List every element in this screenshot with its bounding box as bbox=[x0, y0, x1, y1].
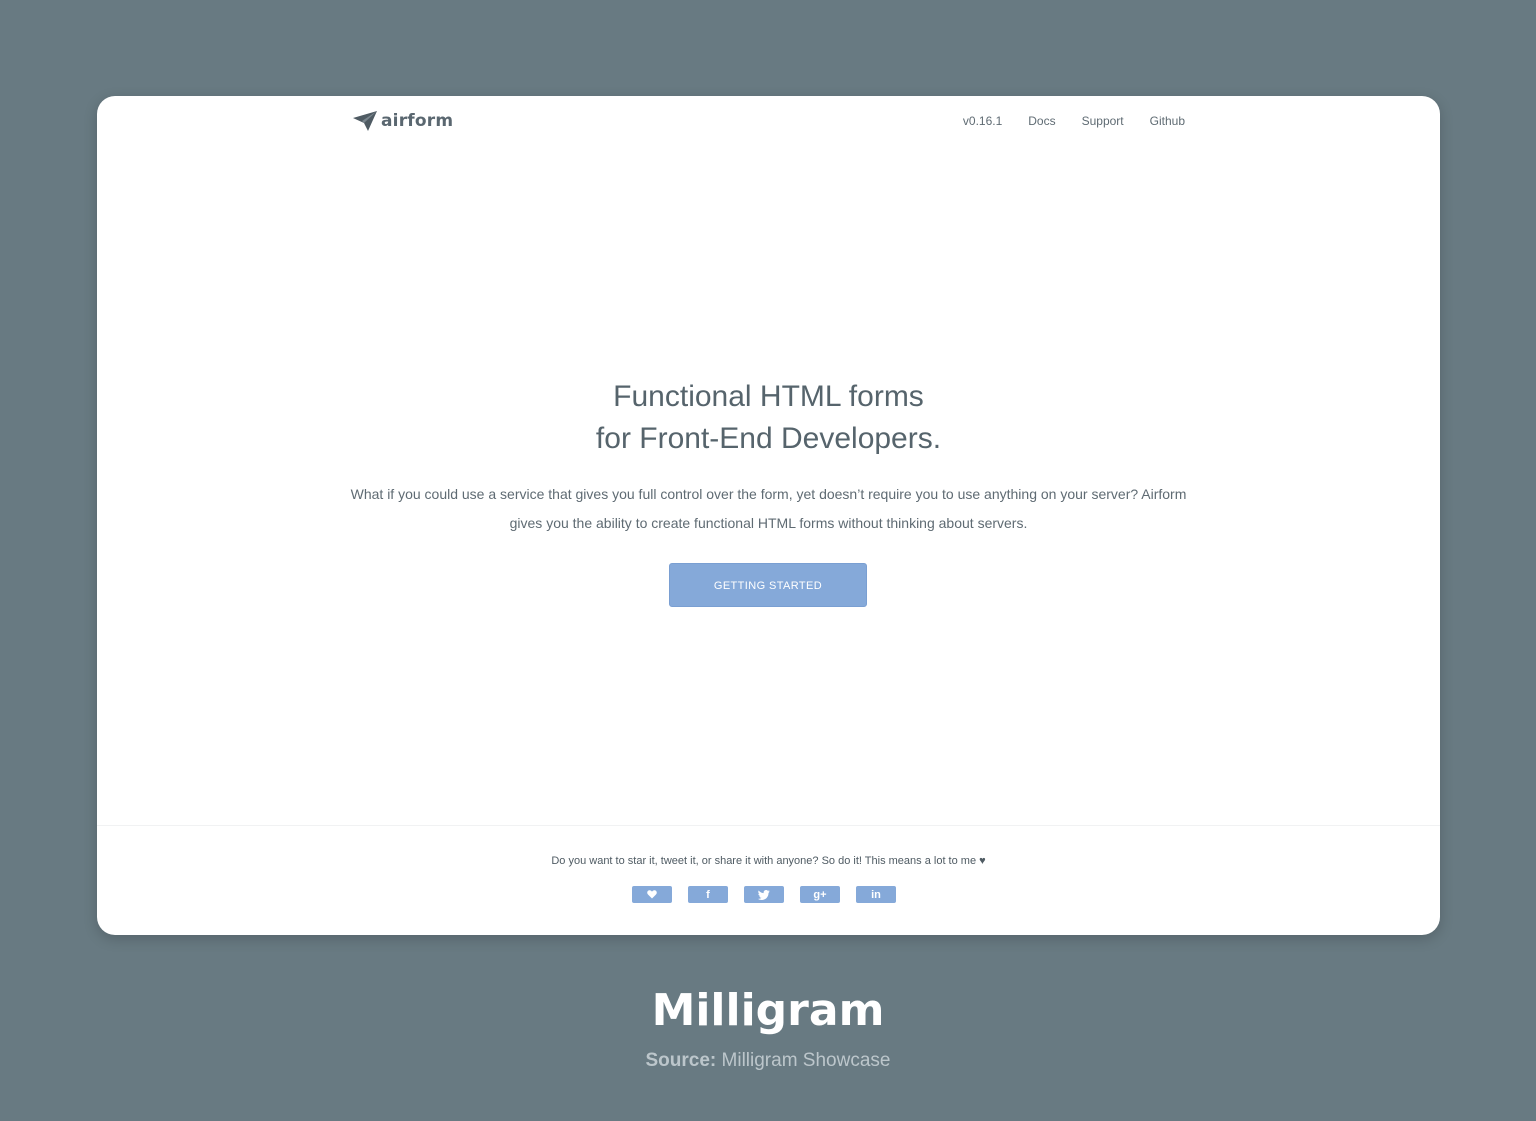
nav-docs[interactable]: Docs bbox=[1028, 114, 1055, 128]
airform-logo[interactable]: airform bbox=[352, 110, 453, 132]
logo-text: airform bbox=[381, 111, 454, 131]
share-message: Do you want to star it, tweet it, or sha… bbox=[551, 855, 986, 867]
top-nav: v0.16.1 Docs Support Github bbox=[963, 114, 1185, 128]
google-plus-icon: g+ bbox=[813, 888, 827, 901]
caption-title: Milligram bbox=[651, 985, 885, 1036]
facebook-icon: f bbox=[706, 888, 710, 901]
hero-title: Functional HTML forms for Front-End Deve… bbox=[97, 376, 1440, 460]
source-label: Source: bbox=[645, 1050, 717, 1071]
facebook-share-button[interactable]: f bbox=[688, 886, 728, 903]
nav-version[interactable]: v0.16.1 bbox=[963, 114, 1002, 128]
twitter-icon bbox=[758, 889, 770, 900]
getting-started-button[interactable]: GETTING STARTED bbox=[669, 563, 867, 607]
nav-github[interactable]: Github bbox=[1150, 114, 1185, 128]
twitter-share-button[interactable] bbox=[744, 886, 784, 903]
google-plus-share-button[interactable]: g+ bbox=[800, 886, 840, 903]
hero-title-line-2: for Front-End Developers. bbox=[595, 422, 942, 455]
heart-share-button[interactable] bbox=[632, 886, 672, 903]
hero-title-line-1: Functional HTML forms bbox=[613, 380, 924, 413]
caption-source: Source: Milligram Showcase bbox=[0, 1050, 1536, 1072]
website-screenshot-card: airform v0.16.1 Docs Support Github Func… bbox=[97, 96, 1440, 935]
linkedin-share-button[interactable]: in bbox=[856, 886, 896, 903]
linkedin-icon: in bbox=[871, 888, 881, 901]
nav-support[interactable]: Support bbox=[1082, 114, 1124, 128]
heart-icon bbox=[647, 890, 657, 899]
paper-plane-icon bbox=[352, 110, 378, 132]
footer-divider bbox=[97, 825, 1440, 826]
hero-description: What if you could use a service that giv… bbox=[350, 486, 1187, 531]
source-value: Milligram Showcase bbox=[721, 1050, 891, 1071]
share-buttons: f g+ in bbox=[632, 886, 896, 903]
